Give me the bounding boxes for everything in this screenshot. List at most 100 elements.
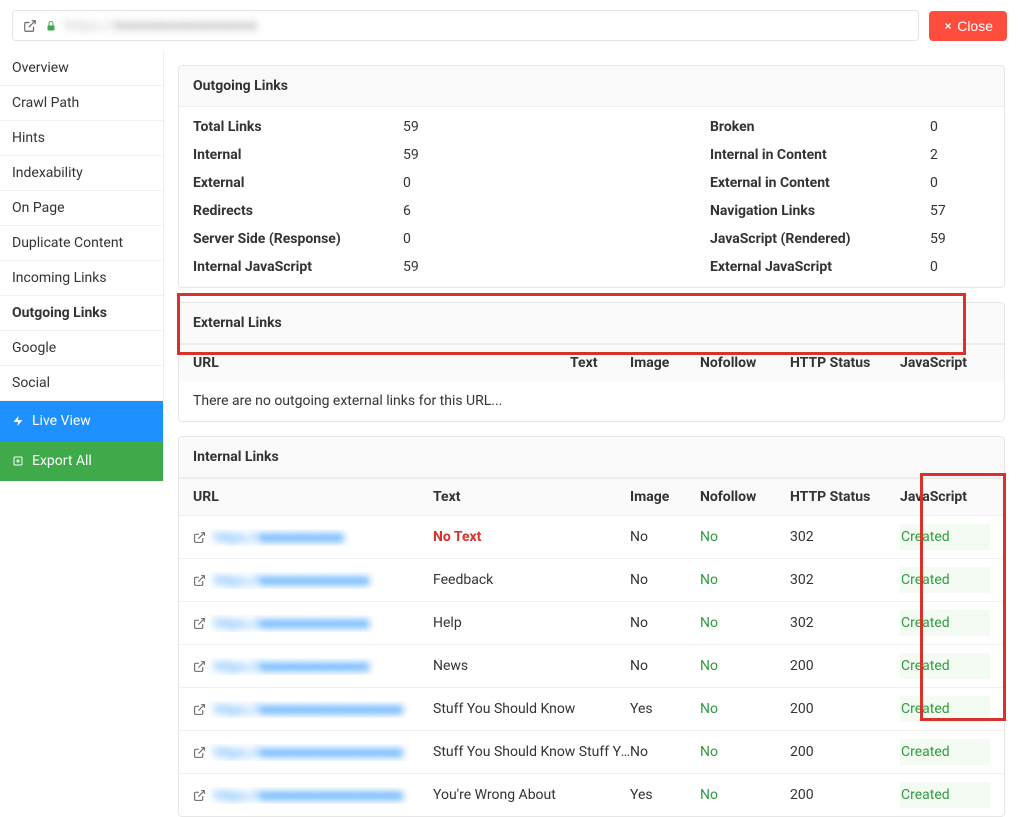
url-cell[interactable]: https://■■■■■■■■■■■■■■■■■ bbox=[193, 787, 433, 804]
sidebar-item-hints[interactable]: Hints bbox=[0, 121, 163, 156]
table-row[interactable]: https://■■■■■■■■■■No TextNoNo302Created bbox=[179, 515, 1004, 558]
live-view-button[interactable]: Live View bbox=[0, 401, 163, 441]
col-js: JavaScript bbox=[900, 489, 990, 505]
nofollow-cell: No bbox=[700, 529, 790, 545]
stat-label: External in Content bbox=[710, 175, 870, 191]
col-image: Image bbox=[630, 355, 700, 371]
sidebar: OverviewCrawl PathHintsIndexabilityOn Pa… bbox=[0, 51, 164, 481]
topbar: https://■■■■■■■■■■■■■■■■ Close bbox=[0, 0, 1019, 51]
url-cell[interactable]: https://■■■■■■■■■■■■■ bbox=[193, 615, 433, 632]
stat-value: 0 bbox=[930, 119, 990, 135]
table-row[interactable]: https://■■■■■■■■■■■■■■■■■ You're Wrong Ab… bbox=[179, 773, 1004, 816]
col-http: HTTP Status bbox=[790, 489, 900, 505]
nofollow-cell: No bbox=[700, 701, 790, 717]
table-row[interactable]: https://■■■■■■■■■■■■■HelpNoNo302Created bbox=[179, 601, 1004, 644]
url-text: https://■■■■■■■■■■■■■■■■ bbox=[65, 17, 258, 34]
stat-value: 59 bbox=[403, 119, 463, 135]
url-cell[interactable]: https://■■■■■■■■■■■■■ bbox=[193, 572, 433, 589]
external-link-icon bbox=[193, 574, 206, 587]
http-status-cell: 302 bbox=[790, 572, 900, 588]
url-text: https://■■■■■■■■■■■■■ bbox=[214, 572, 369, 589]
main-content: Outgoing Links Total Links59Broken0Inter… bbox=[164, 51, 1019, 817]
col-url: URL bbox=[193, 355, 570, 371]
url-cell[interactable]: https://■■■■■■■■■■■■■■■■■ bbox=[193, 744, 433, 761]
external-link-icon bbox=[23, 19, 37, 33]
export-icon bbox=[12, 454, 24, 468]
url-cell[interactable]: https://■■■■■■■■■■ bbox=[193, 529, 433, 546]
sidebar-item-social[interactable]: Social bbox=[0, 366, 163, 401]
external-links-header: URL Text Image Nofollow HTTP Status Java… bbox=[179, 344, 1004, 381]
stat-label: External bbox=[193, 175, 343, 191]
link-text: News bbox=[433, 658, 630, 674]
sidebar-item-incoming-links[interactable]: Incoming Links bbox=[0, 261, 163, 296]
external-link-icon bbox=[193, 531, 206, 544]
internal-links-header: URL Text Image Nofollow HTTP Status Java… bbox=[179, 478, 1004, 515]
nofollow-cell: No bbox=[700, 615, 790, 631]
sidebar-item-google[interactable]: Google bbox=[0, 331, 163, 366]
image-cell: No bbox=[630, 744, 700, 760]
javascript-cell: Created bbox=[900, 653, 990, 679]
stat-value: 0 bbox=[403, 175, 463, 191]
stat-label: Total Links bbox=[193, 119, 343, 135]
link-text: Stuff You Should Know Stuff You Shoul... bbox=[433, 744, 630, 760]
export-all-button[interactable]: Export All bbox=[0, 441, 163, 481]
link-text: No Text bbox=[433, 529, 630, 545]
close-button[interactable]: Close bbox=[929, 11, 1007, 41]
table-row[interactable]: https://■■■■■■■■■■■■■NewsNoNo200Created bbox=[179, 644, 1004, 687]
url-cell[interactable]: https://■■■■■■■■■■■■■ bbox=[193, 658, 433, 675]
javascript-cell: Created bbox=[900, 739, 990, 765]
col-nofollow: Nofollow bbox=[700, 355, 790, 371]
image-cell: Yes bbox=[630, 701, 700, 717]
url-text: https://■■■■■■■■■■■■■■■■■ bbox=[214, 787, 403, 804]
internal-links-panel: Internal Links URL Text Image Nofollow H… bbox=[178, 436, 1005, 817]
col-nofollow: Nofollow bbox=[700, 489, 790, 505]
http-status-cell: 302 bbox=[790, 529, 900, 545]
external-link-icon bbox=[193, 746, 206, 759]
http-status-cell: 200 bbox=[790, 658, 900, 674]
http-status-cell: 200 bbox=[790, 787, 900, 803]
nofollow-cell: No bbox=[700, 744, 790, 760]
stat-value: 0 bbox=[930, 259, 990, 275]
stat-value: 59 bbox=[930, 231, 990, 247]
stat-label: Redirects bbox=[193, 203, 343, 219]
sidebar-item-indexability[interactable]: Indexability bbox=[0, 156, 163, 191]
javascript-cell: Created bbox=[900, 610, 990, 636]
external-link-icon bbox=[193, 789, 206, 802]
external-link-icon bbox=[193, 703, 206, 716]
outgoing-links-title: Outgoing Links bbox=[179, 66, 1004, 107]
sidebar-item-on-page[interactable]: On Page bbox=[0, 191, 163, 226]
stat-label: Internal JavaScript bbox=[193, 259, 343, 275]
image-cell: No bbox=[630, 572, 700, 588]
sidebar-item-outgoing-links[interactable]: Outgoing Links bbox=[0, 296, 163, 331]
live-view-label: Live View bbox=[32, 413, 91, 429]
url-cell[interactable]: https://■■■■■■■■■■■■■■■■■ bbox=[193, 701, 433, 718]
image-cell: No bbox=[630, 615, 700, 631]
link-text: You're Wrong About bbox=[433, 787, 630, 803]
url-text: https://■■■■■■■■■■■■■■■■■ bbox=[214, 701, 403, 718]
sidebar-item-overview[interactable]: Overview bbox=[0, 51, 163, 86]
stat-value: 59 bbox=[403, 259, 463, 275]
table-row[interactable]: https://■■■■■■■■■■■■■FeedbackNoNo302Crea… bbox=[179, 558, 1004, 601]
stat-value: 0 bbox=[930, 175, 990, 191]
table-row[interactable]: https://■■■■■■■■■■■■■■■■■Stuff You Shoul… bbox=[179, 687, 1004, 730]
image-cell: Yes bbox=[630, 787, 700, 803]
http-status-cell: 200 bbox=[790, 701, 900, 717]
link-text: Feedback bbox=[433, 572, 630, 588]
url-input-box[interactable]: https://■■■■■■■■■■■■■■■■ bbox=[12, 10, 919, 41]
sidebar-item-duplicate-content[interactable]: Duplicate Content bbox=[0, 226, 163, 261]
col-js: JavaScript bbox=[900, 355, 990, 371]
col-url: URL bbox=[193, 489, 433, 505]
external-link-icon bbox=[193, 617, 206, 630]
stat-label: Internal bbox=[193, 147, 343, 163]
stat-value: 59 bbox=[403, 147, 463, 163]
sidebar-item-crawl-path[interactable]: Crawl Path bbox=[0, 86, 163, 121]
external-links-empty: There are no outgoing external links for… bbox=[179, 381, 1004, 421]
nofollow-cell: No bbox=[700, 658, 790, 674]
close-icon bbox=[943, 21, 953, 31]
javascript-cell: Created bbox=[900, 782, 990, 808]
stat-value: 0 bbox=[403, 231, 463, 247]
bolt-icon bbox=[12, 414, 24, 428]
stat-value: 2 bbox=[930, 147, 990, 163]
table-row[interactable]: https://■■■■■■■■■■■■■■■■■Stuff You Shoul… bbox=[179, 730, 1004, 773]
http-status-cell: 302 bbox=[790, 615, 900, 631]
